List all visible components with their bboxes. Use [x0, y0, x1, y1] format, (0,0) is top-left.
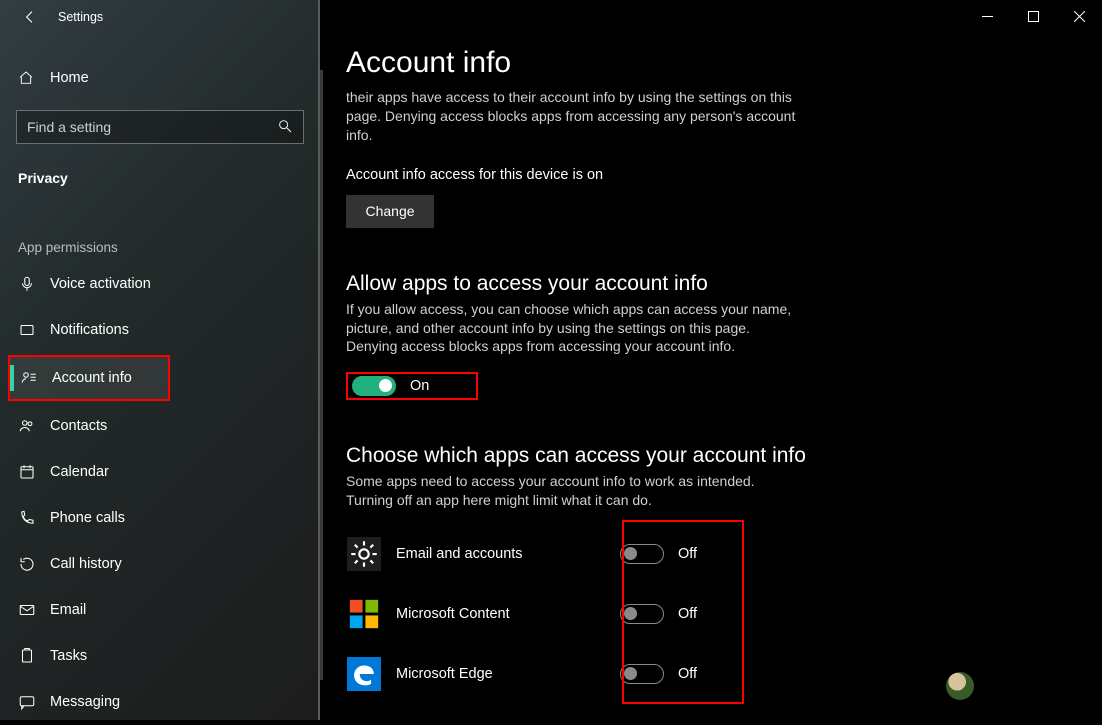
microphone-icon: [18, 275, 50, 293]
app-toggle-label: Off: [678, 606, 697, 622]
account-info-icon: [20, 369, 52, 387]
intro-tail: their apps have access to their account …: [346, 88, 796, 145]
edge-icon: [346, 656, 382, 692]
mascot-icon: [940, 666, 980, 706]
home-label: Home: [50, 70, 89, 86]
sidebar-item-label: Notifications: [50, 322, 129, 338]
email-icon: [18, 601, 50, 619]
sidebar-item-voice-activation[interactable]: Voice activation: [0, 261, 320, 307]
tasks-icon: [18, 647, 50, 665]
minimize-button[interactable]: [964, 0, 1010, 32]
choose-desc: Some apps need to access your account in…: [346, 472, 766, 510]
app-name: Microsoft Content: [396, 606, 606, 622]
gear-icon: [346, 536, 382, 572]
notification-icon: [18, 321, 50, 339]
app-toggle-email-accounts[interactable]: [620, 544, 664, 564]
phone-icon: [18, 509, 50, 527]
main-content: Account info their apps have access to t…: [320, 0, 1102, 720]
calendar-icon: [18, 463, 50, 481]
app-name: Email and accounts: [396, 546, 606, 562]
allow-title: Allow apps to access your account info: [346, 272, 1102, 296]
sidebar-item-tasks[interactable]: Tasks: [0, 633, 320, 679]
category-header: Privacy: [0, 144, 320, 196]
sidebar: Settings Home Privacy App permissions Vo…: [0, 0, 320, 720]
sidebar-item-calendar[interactable]: Calendar: [0, 449, 320, 495]
window-title: Settings: [58, 10, 103, 24]
sidebar-item-label: Tasks: [50, 648, 87, 664]
microsoft-logo-icon: [346, 596, 382, 632]
group-app-permissions: App permissions: [0, 196, 320, 261]
search-icon: [277, 118, 293, 137]
sidebar-item-account-info[interactable]: Account info: [8, 355, 170, 401]
sidebar-item-label: Voice activation: [50, 276, 151, 292]
sidebar-item-phone-calls[interactable]: Phone calls: [0, 495, 320, 541]
sidebar-item-label: Account info: [52, 370, 132, 386]
sidebar-item-contacts[interactable]: Contacts: [0, 403, 320, 449]
sidebar-item-notifications[interactable]: Notifications: [0, 307, 320, 353]
app-row-microsoft-content: Microsoft Content Off: [346, 584, 766, 644]
search-box[interactable]: [16, 110, 304, 144]
titlebar: Settings: [0, 0, 320, 34]
app-toggle-microsoft-edge[interactable]: [620, 664, 664, 684]
allow-toggle[interactable]: [352, 376, 396, 396]
home-icon: [18, 70, 50, 86]
app-toggle-label: Off: [678, 546, 697, 562]
device-status: Account info access for this device is o…: [346, 167, 1102, 183]
sidebar-item-label: Phone calls: [50, 510, 125, 526]
messaging-icon: [18, 693, 50, 711]
sidebar-item-label: Call history: [50, 556, 122, 572]
change-button[interactable]: Change: [346, 195, 434, 228]
app-name: Microsoft Edge: [396, 666, 606, 682]
contacts-icon: [18, 417, 50, 435]
sidebar-item-messaging[interactable]: Messaging: [0, 679, 320, 725]
maximize-button[interactable]: [1010, 0, 1056, 32]
sidebar-home[interactable]: Home: [0, 56, 320, 100]
app-toggle-microsoft-content[interactable]: [620, 604, 664, 624]
close-button[interactable]: [1056, 0, 1102, 32]
window-controls: [964, 0, 1102, 32]
allow-desc: If you allow access, you can choose whic…: [346, 300, 796, 357]
app-row-email-accounts: Email and accounts Off: [346, 524, 766, 584]
sidebar-item-label: Email: [50, 602, 86, 618]
history-icon: [18, 555, 50, 573]
choose-title: Choose which apps can access your accoun…: [346, 444, 1102, 468]
main-scrollbar[interactable]: [320, 70, 323, 680]
allow-toggle-row: On: [346, 372, 478, 400]
sidebar-item-label: Messaging: [50, 694, 120, 710]
allow-toggle-label: On: [410, 378, 429, 394]
app-toggle-label: Off: [678, 666, 697, 682]
sidebar-item-label: Calendar: [50, 464, 109, 480]
sidebar-item-email[interactable]: Email: [0, 587, 320, 633]
sidebar-item-call-history[interactable]: Call history: [0, 541, 320, 587]
sidebar-item-label: Contacts: [50, 418, 107, 434]
app-row-microsoft-edge: Microsoft Edge Off: [346, 644, 766, 704]
search-input[interactable]: [27, 119, 277, 135]
back-button[interactable]: [18, 9, 42, 25]
